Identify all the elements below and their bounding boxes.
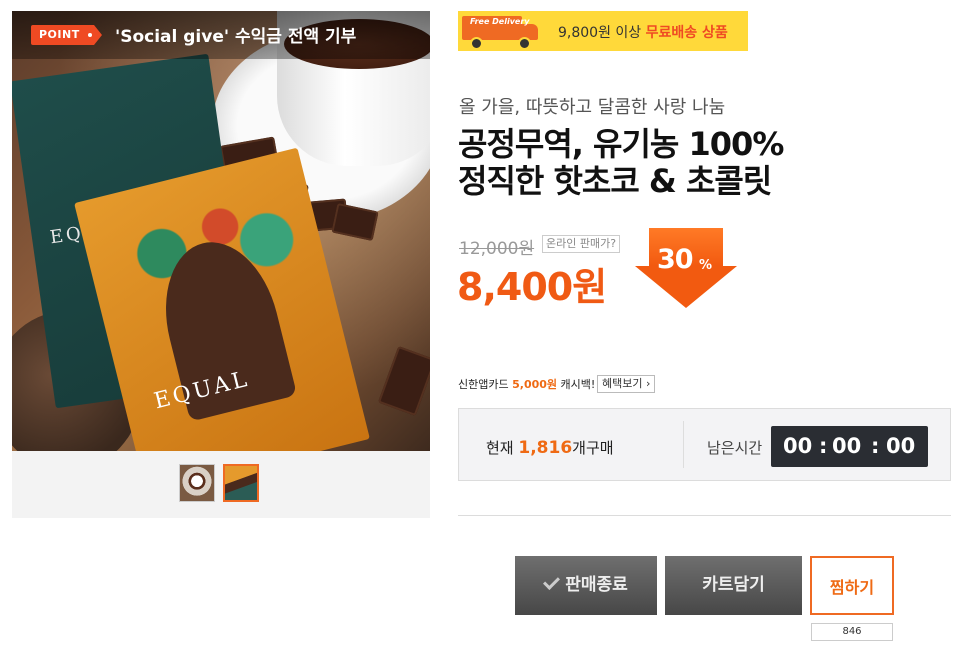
- point-text: 'Social give' 수익금 전액 기부: [115, 27, 357, 47]
- check-icon: [543, 573, 561, 590]
- free-shipping-banner: Free Delivery 9,800원 이상 무료배송 상품: [458, 11, 748, 51]
- divider-line: [458, 515, 951, 516]
- card-promo: 신한앱카드 5,000원 캐시백!: [458, 378, 596, 391]
- thumbnail-2-selected[interactable]: [223, 464, 259, 502]
- countdown-timer: 00 : 00 : 00: [771, 426, 928, 467]
- delivery-truck-icon: Free Delivery: [462, 16, 540, 50]
- online-price-help[interactable]: 온라인 판매가?: [542, 235, 621, 253]
- product-gallery: EQUAL EQUAL POINT 'Social give' 수익금 전액 기…: [12, 11, 430, 518]
- thumbnail-1[interactable]: [179, 464, 215, 502]
- purchase-count: 현재 1,816개구매: [486, 438, 614, 458]
- wishlist-count: 846: [811, 623, 893, 641]
- remaining-time-label: 남은시간: [707, 439, 763, 457]
- add-to-cart-button[interactable]: 카트담기: [665, 556, 802, 615]
- shipping-highlight: 무료배송 상품: [645, 25, 728, 41]
- product-subtitle: 올 가을, 따뜻하고 달콤한 사랑 나눔: [459, 97, 726, 118]
- discount-value: 30: [657, 244, 694, 275]
- product-main-image: EQUAL EQUAL POINT 'Social give' 수익금 전액 기…: [12, 11, 430, 451]
- wishlist-button[interactable]: 찜하기: [810, 556, 894, 615]
- benefit-view-button[interactable]: 혜택보기 ›: [597, 375, 656, 393]
- point-banner: POINT 'Social give' 수익금 전액 기부: [12, 11, 430, 59]
- sale-price: 8,400원: [457, 265, 607, 309]
- purchase-status-box: 현재 1,816개구매 남은시간 00 : 00 : 00: [458, 408, 951, 481]
- point-tag: POINT: [31, 25, 102, 45]
- shipping-threshold: 9,800원 이상: [558, 25, 642, 41]
- discount-unit: %: [699, 258, 713, 273]
- chevron-right-icon: ›: [645, 377, 651, 390]
- discount-arrow-badge: 30 %: [635, 228, 737, 308]
- sold-out-button[interactable]: 판매종료: [515, 556, 657, 615]
- product-title: 공정무역, 유기농 100% 정직한 핫초코 & 초콜릿: [458, 125, 784, 200]
